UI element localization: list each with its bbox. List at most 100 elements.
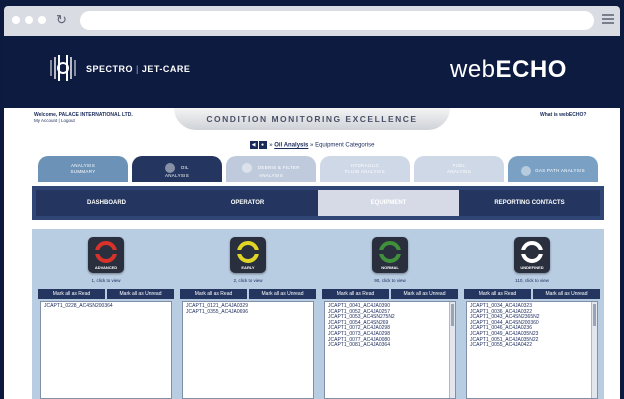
mark-all-read-button[interactable]: Mark all as Read — [38, 289, 105, 299]
mark-buttons: Mark all as Read Mark all as Unread — [322, 289, 458, 299]
banner-title: CONDITION MONITORING EXCELLENCE — [174, 108, 450, 130]
list-item[interactable]: JCAPT1_0081_AC4JA0364 — [328, 343, 452, 349]
category-label: NORMAL — [381, 265, 399, 270]
reload-icon[interactable]: ↻ — [56, 12, 67, 28]
site-header: SPECTRO | JET-CARE webECHO — [4, 36, 620, 108]
tab-analysis-summary[interactable]: ANALYSIS SUMMARY — [38, 156, 128, 182]
tab-label-line1: HYDRAULIC — [350, 163, 380, 168]
mark-all-unread-button[interactable]: Mark all as Unread — [533, 289, 600, 299]
window-close-dot[interactable] — [12, 16, 20, 24]
brand-name: SPECTRO | JET-CARE — [86, 64, 190, 74]
nav-reporting-contacts[interactable]: REPORTING CONTACTS — [459, 190, 600, 216]
spectro-logo-icon — [50, 55, 76, 81]
browser-window: ↻ SPECTRO | JET-CARE webECHO Welcome, PA… — [0, 0, 624, 399]
tab-label-line2: FLUID ANALYSIS — [345, 169, 385, 174]
tab-label-line1: GAS PATH ANALYSIS — [535, 168, 585, 174]
breadcrumb: ◀ ● » Oil Analysis » Equipment Categorise — [4, 141, 620, 149]
logout-link[interactable]: Logout — [61, 118, 75, 123]
browser-toolbar: ↻ — [4, 6, 620, 36]
hamburger-menu-icon[interactable] — [602, 14, 614, 26]
tab-fuel-analysis[interactable]: FUEL ANALYSIS — [414, 156, 504, 182]
category-count-link[interactable]: 2, click to view — [180, 278, 316, 283]
mark-all-read-button[interactable]: Mark all as Read — [180, 289, 247, 299]
brand-spectro: SPECTRO — [86, 64, 134, 74]
tab-label-line2: ANALYSIS — [258, 173, 284, 178]
category-undefined: UNDEFINED 110, click to view Mark all as… — [464, 233, 600, 399]
list-item[interactable]: JCAPT1_0355_AC4JA0696 — [186, 309, 310, 316]
mark-buttons: Mark all as Read Mark all as Unread — [180, 289, 316, 299]
equipment-list[interactable]: JCAPT1_0228_AC4SN200364 — [40, 301, 172, 399]
status-bar-icon — [377, 250, 403, 254]
tab-label-line1: FUEL — [452, 163, 466, 168]
breadcrumb-separator: » — [269, 142, 273, 149]
list-scrollbar[interactable] — [449, 302, 455, 398]
mark-all-unread-button[interactable]: Mark all as Unread — [391, 289, 458, 299]
tab-gas-path-analysis[interactable]: GAS PATH ANALYSIS — [508, 156, 598, 182]
nav-dashboard[interactable]: DASHBOARD — [36, 190, 177, 216]
tab-debris-filter[interactable]: DEBRIS & FILTER ANALYSIS — [226, 156, 316, 182]
tab-label-line2: SUMMARY — [70, 169, 96, 174]
back-arrow-icon[interactable]: ◀ — [249, 141, 258, 149]
category-normal: NORMAL 90, click to view Mark all as Rea… — [322, 233, 458, 399]
scrollbar-thumb[interactable] — [451, 304, 454, 326]
nav-operator[interactable]: OPERATOR — [177, 190, 318, 216]
category-label: EARLY — [241, 265, 255, 270]
category-advanced: ADVANCED 1, click to view Mark all as Re… — [38, 233, 174, 399]
tab-hydraulic-fluid[interactable]: HYDRAULIC FLUID ANALYSIS — [320, 156, 410, 182]
address-bar[interactable] — [80, 11, 594, 30]
mark-all-read-button[interactable]: Mark all as Read — [322, 289, 389, 299]
category-count-link[interactable]: 110, click to view — [464, 278, 600, 283]
window-zoom-dot[interactable] — [38, 16, 46, 24]
tab-label-line2: ANALYSIS — [446, 169, 472, 174]
undefined-status-icon[interactable]: UNDEFINED — [514, 237, 550, 273]
category-count-link[interactable]: 1, click to view — [38, 278, 174, 283]
mark-buttons: Mark all as Read Mark all as Unread — [464, 289, 600, 299]
early-status-icon[interactable]: EARLY — [230, 237, 266, 273]
home-icon[interactable]: ● — [258, 141, 267, 149]
status-bar-icon — [93, 250, 119, 254]
list-scrollbar[interactable] — [591, 302, 597, 398]
mark-all-unread-button[interactable]: Mark all as Unread — [249, 289, 316, 299]
equipment-category-panel: ADVANCED 1, click to view Mark all as Re… — [32, 229, 604, 399]
breadcrumb-current: Equipment Categorise — [315, 142, 375, 149]
list-item[interactable]: JCAPT1_0228_AC4SN200364 — [44, 303, 168, 310]
section-nav: DASHBOARD OPERATOR EQUIPMENT REPORTING C… — [32, 186, 604, 220]
analysis-tabs: ANALYSIS SUMMARY OIL ANALYSIS DEBRIS & FIL… — [38, 156, 598, 182]
category-label: ADVANCED — [94, 265, 118, 270]
what-is-webecho-link[interactable]: What is webECHO? — [540, 112, 586, 118]
equipment-list[interactable]: JCAPT1_0041_AC4JA0390 JCAPT1_0052_AC4JA0… — [324, 301, 456, 399]
webecho-logo: webECHO — [450, 56, 567, 84]
category-early: EARLY 2, click to view Mark all as Read … — [180, 233, 316, 399]
category-label: UNDEFINED — [520, 265, 544, 270]
tab-label-line1: ANALYSIS — [70, 163, 96, 168]
brand-jetcare: JET-CARE — [141, 64, 191, 74]
account-links: My Account | Logout — [34, 118, 75, 123]
equipment-list[interactable]: JCAPT1_0121_AC4JA0329 JCAPT1_0355_AC4JA0… — [182, 301, 314, 399]
webecho-bold: ECHO — [495, 56, 567, 83]
list-item[interactable]: JCAPT1_0055_AC4JA0422 — [470, 343, 594, 349]
mark-buttons: Mark all as Read Mark all as Unread — [38, 289, 174, 299]
nav-equipment[interactable]: EQUIPMENT — [318, 190, 459, 216]
breadcrumb-separator-2: » — [310, 142, 314, 149]
mark-all-read-button[interactable]: Mark all as Read — [464, 289, 531, 299]
section-nav-inner: DASHBOARD OPERATOR EQUIPMENT REPORTING C… — [36, 190, 600, 216]
category-count-link[interactable]: 90, click to view — [322, 278, 458, 283]
filter-icon — [242, 163, 253, 173]
gas-path-icon — [521, 166, 532, 176]
main-content: Welcome, PALACE INTERNATIONAL LTD. My Ac… — [4, 108, 620, 399]
equipment-list[interactable]: JCAPT1_0034_AC4JA0323 JCAPT1_0036_AC4JA0… — [466, 301, 598, 399]
my-account-link[interactable]: My Account — [34, 118, 57, 123]
window-minimize-dot[interactable] — [25, 16, 33, 24]
webecho-light: web — [450, 56, 496, 83]
tab-label-line1: DEBRIS & FILTER — [257, 165, 300, 171]
normal-status-icon[interactable]: NORMAL — [372, 237, 408, 273]
mark-all-unread-button[interactable]: Mark all as Unread — [107, 289, 174, 299]
status-bar-icon — [519, 250, 545, 254]
breadcrumb-oil-analysis[interactable]: Oil Analysis — [274, 143, 308, 149]
status-bar-icon — [235, 250, 261, 254]
scrollbar-thumb[interactable] — [593, 304, 596, 326]
tab-label-line1: OIL — [180, 165, 189, 171]
tab-oil-analysis[interactable]: OIL ANALYSIS — [132, 156, 222, 182]
tab-label-line2: ANALYSIS — [164, 173, 190, 178]
advanced-status-icon[interactable]: ADVANCED — [88, 237, 124, 273]
